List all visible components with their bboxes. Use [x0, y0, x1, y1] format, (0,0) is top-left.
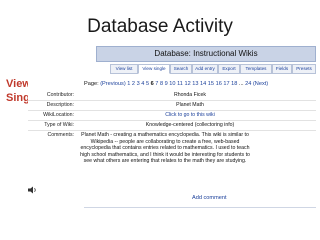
pager-page[interactable]: 16	[214, 81, 222, 87]
comments-value: Planet Math - creating a mathematics enc…	[80, 132, 250, 165]
pager-page[interactable]: 17	[222, 81, 229, 87]
description-label: Description:	[46, 102, 74, 108]
pager-pages: 1 2 3 4 5 6 7 8 9 10 11 12 13 14 15 16 1…	[127, 81, 253, 87]
comments-label: Comments:	[47, 132, 74, 138]
database-header: Database: Instructional Wikis	[96, 46, 316, 62]
pager-label: Page:	[84, 81, 99, 87]
pager-previous[interactable]: (Previous)	[100, 81, 126, 87]
pager-page[interactable]: 15	[206, 81, 214, 87]
tab-view-list[interactable]: View list	[110, 64, 138, 74]
divider	[28, 120, 316, 121]
tab-add-entry[interactable]: Add entry	[192, 64, 218, 74]
speaker-icon[interactable]	[28, 186, 38, 194]
wikilocation-label: WikiLocation:	[43, 112, 74, 118]
wiki-type-label: Type of Wiki:	[44, 122, 74, 128]
tab-export[interactable]: Export	[218, 64, 240, 74]
tab-view-single[interactable]: View single	[138, 64, 170, 74]
pager: Page: (Previous) 1 2 3 4 5 6 7 8 9 10 11…	[84, 81, 314, 87]
bottom-pager-cutoff	[84, 207, 316, 212]
tab-templates[interactable]: Templates	[240, 64, 272, 74]
tab-presets[interactable]: Presets	[292, 64, 316, 74]
divider	[28, 110, 316, 111]
wikilocation-link[interactable]: Click to go to this wiki	[80, 112, 300, 118]
wiki-type-value: Knowledge-centered (collectoring info)	[145, 122, 235, 128]
description-value: Planet Math	[176, 102, 204, 108]
contributor-label: Contributor:	[46, 92, 74, 98]
slide-title: Database Activity	[87, 16, 233, 37]
contributor-value: Rhonda Ficek	[173, 92, 206, 98]
divider	[28, 100, 316, 101]
pager-page[interactable]: 12	[183, 81, 190, 87]
pager-next[interactable]: (Next)	[253, 81, 268, 87]
tab-search[interactable]: Search	[170, 64, 192, 74]
pager-page[interactable]: 24	[244, 81, 251, 87]
add-comment-link[interactable]: Add comment	[192, 195, 227, 201]
divider	[28, 130, 316, 131]
moodle-screenshot: Database: Instructional Wikis View list …	[28, 44, 316, 240]
tab-fields[interactable]: Fields	[272, 64, 292, 74]
pager-page[interactable]: 10	[168, 81, 175, 87]
pager-page[interactable]: 11	[176, 81, 183, 87]
